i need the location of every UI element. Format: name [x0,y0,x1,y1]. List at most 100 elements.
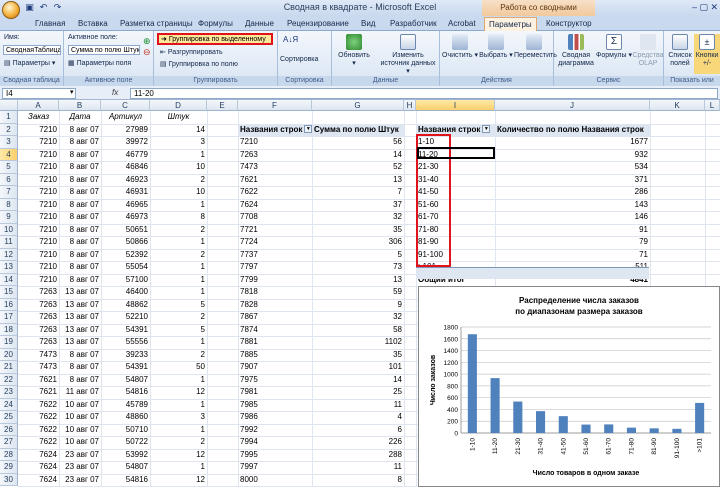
source-cell[interactable]: 8 авг 07 [59,136,101,148]
refresh-button[interactable]: Обновить ▾ [336,34,372,74]
source-cell[interactable]: 7622 [18,436,59,448]
fx-icon[interactable]: fx [112,88,126,99]
filter-dropdown-icon[interactable]: ▼ [304,125,312,134]
pivot1-value[interactable]: 6 [312,424,404,436]
source-header[interactable]: Дата [59,111,101,123]
tab-developer[interactable]: Разработчик [386,17,441,31]
pivot-name-input[interactable]: СводнаяТаблица1 [3,45,61,55]
row-header-15[interactable]: 15 [0,286,18,299]
source-cell[interactable]: 54391 [101,361,150,373]
source-cell[interactable]: 8 авг 07 [59,261,101,273]
source-cell[interactable]: 13 авг 07 [59,336,101,348]
pivot1-row-label[interactable]: 7473 [238,161,312,173]
pivot2-value[interactable]: 143 [495,199,650,211]
pivot1-row-label[interactable]: 7986 [238,411,312,423]
source-cell[interactable]: 2 [150,349,207,361]
select-button[interactable]: Выбрать ▾ [478,34,514,74]
source-cell[interactable]: 8 авг 07 [59,199,101,211]
save-icon[interactable]: ▣ [24,2,35,13]
pivot-params-button[interactable]: ▤ Параметры ▾ [4,59,55,67]
source-cell[interactable]: 27989 [101,124,150,136]
tab-acrobat[interactable]: Acrobat [444,17,480,31]
redo-icon[interactable]: ↷ [52,2,63,13]
row-header-19[interactable]: 19 [0,336,18,349]
row-header-9[interactable]: 9 [0,211,18,224]
pivot1-value[interactable]: 13 [312,174,404,186]
tab-design[interactable]: Конструктор [542,17,596,31]
active-field-input[interactable]: Сумма по полю Штук [68,45,140,55]
source-cell[interactable]: 57100 [101,274,150,286]
pivot1-value[interactable]: 37 [312,199,404,211]
row-header-7[interactable]: 7 [0,186,18,199]
pivot1-row-label[interactable]: 7997 [238,461,312,473]
pivot1-row-label[interactable]: 7624 [238,199,312,211]
source-cell[interactable]: 7621 [18,386,59,398]
source-cell[interactable]: 7473 [18,349,59,361]
tab-view[interactable]: Вид [357,17,379,31]
pivot1-value[interactable]: 7 [312,186,404,198]
pivot2-value[interactable]: 534 [495,161,650,173]
tab-insert[interactable]: Вставка [74,17,112,31]
source-cell[interactable]: 8 авг 07 [59,274,101,286]
pivot1-row-label[interactable]: 7621 [238,174,312,186]
tab-page-layout[interactable]: Разметка страницы [116,17,197,31]
pivot-chart-button[interactable]: Сводная диаграмма [558,34,594,74]
pivot1-row-label[interactable]: 7981 [238,386,312,398]
pivot2-count-header[interactable]: Количество по полю Названия строк [495,123,650,136]
source-cell[interactable]: 3 [150,136,207,148]
source-cell[interactable]: 50866 [101,236,150,248]
source-cell[interactable]: 54816 [101,474,150,486]
source-cell[interactable]: 46923 [101,174,150,186]
pivot1-row-label[interactable]: 7992 [238,424,312,436]
source-cell[interactable]: 7210 [18,136,59,148]
sort-button[interactable]: Сортировка [280,56,318,63]
row-header-21[interactable]: 21 [0,361,18,374]
source-cell[interactable]: 7210 [18,274,59,286]
source-cell[interactable]: 7210 [18,224,59,236]
row-header-13[interactable]: 13 [0,261,18,274]
source-cell[interactable]: 2 [150,224,207,236]
source-cell[interactable]: 10 авг 07 [59,411,101,423]
source-cell[interactable]: 7263 [18,336,59,348]
source-header[interactable]: Штук [150,111,207,123]
source-cell[interactable]: 7263 [18,311,59,323]
undo-icon[interactable]: ↶ [38,2,49,13]
source-cell[interactable]: 3 [150,411,207,423]
source-cell[interactable]: 11 авг 07 [59,386,101,398]
source-cell[interactable]: 7621 [18,374,59,386]
pivot1-value[interactable]: 8 [312,474,404,486]
pivot1-row-label[interactable]: 7885 [238,349,312,361]
source-cell[interactable]: 50651 [101,224,150,236]
source-cell[interactable]: 50722 [101,436,150,448]
pivot1-value[interactable]: 73 [312,261,404,273]
pivot1-value[interactable]: 9 [312,299,404,311]
source-cell[interactable]: 1 [150,399,207,411]
row-header-17[interactable]: 17 [0,311,18,324]
column-header-h[interactable]: H [404,100,416,111]
column-header-i[interactable]: I [416,100,495,111]
pivot1-value[interactable]: 11 [312,399,404,411]
row-header-11[interactable]: 11 [0,236,18,249]
pivot1-row-label[interactable]: 7907 [238,361,312,373]
pivot1-row-label[interactable]: 7263 [238,149,312,161]
pivot1-row-label[interactable]: 7985 [238,399,312,411]
source-cell[interactable]: 54807 [101,374,150,386]
source-cell[interactable]: 1 [150,461,207,473]
source-cell[interactable]: 46973 [101,211,150,223]
source-cell[interactable]: 7622 [18,399,59,411]
source-cell[interactable]: 8 авг 07 [59,124,101,136]
source-cell[interactable]: 1 [150,236,207,248]
pivot1-row-label[interactable]: 7975 [238,374,312,386]
field-params-button[interactable]: ▦ Параметры поля [68,59,131,67]
pivot1-row-label[interactable]: 7867 [238,311,312,323]
row-header-2[interactable]: 2 [0,123,18,136]
source-cell[interactable]: 8 авг 07 [59,236,101,248]
pivot1-value[interactable]: 58 [312,324,404,336]
source-cell[interactable]: 23 авг 07 [59,474,101,486]
source-cell[interactable]: 7210 [18,249,59,261]
pivot1-value[interactable]: 1102 [312,336,404,348]
source-cell[interactable]: 50710 [101,424,150,436]
row-header-4[interactable]: 4 [0,148,18,161]
pivot1-value[interactable]: 35 [312,224,404,236]
source-cell[interactable]: 7210 [18,149,59,161]
